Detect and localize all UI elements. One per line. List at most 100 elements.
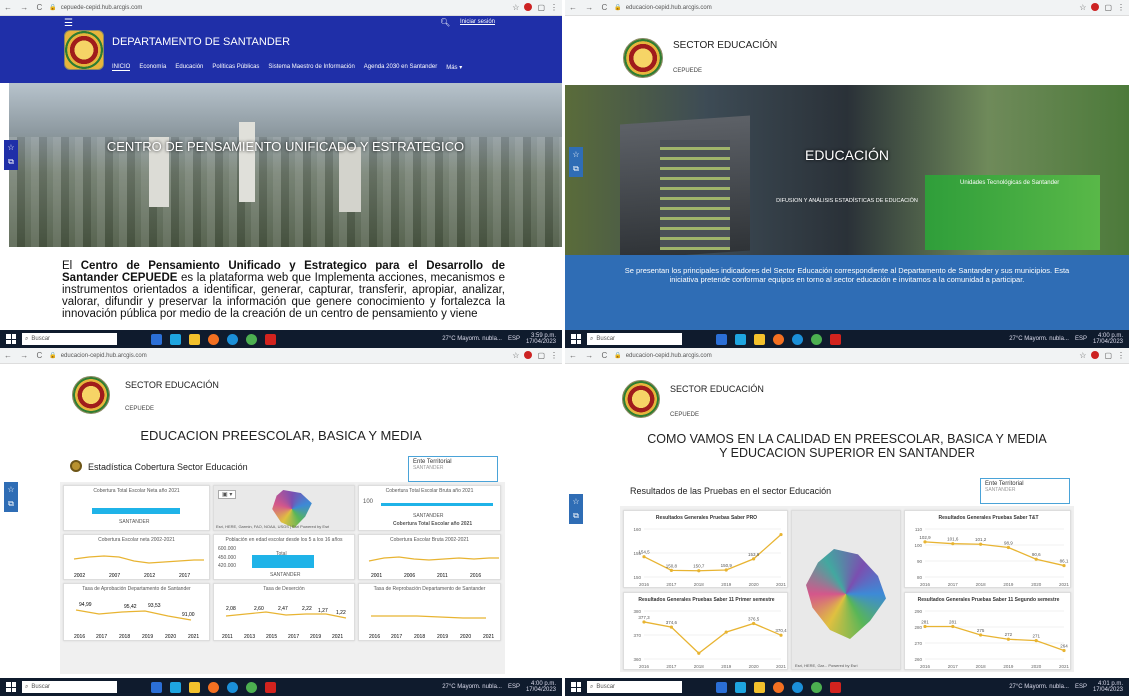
firefox-icon[interactable] bbox=[773, 333, 784, 345]
acrobat-icon[interactable] bbox=[265, 333, 276, 345]
folder-icon[interactable] bbox=[189, 333, 200, 345]
address-bar[interactable]: educacion-cepid.hub.arcgis.com bbox=[626, 5, 712, 11]
address-bar[interactable]: educacion-cepid.hub.arcgis.com bbox=[61, 353, 147, 359]
data-label: 95,42 bbox=[124, 604, 137, 610]
nav-item[interactable]: Políticas Públicas bbox=[212, 64, 259, 71]
taskbar-search[interactable]: ⌕ Buscar bbox=[22, 333, 117, 345]
chrome-icon[interactable] bbox=[246, 681, 257, 693]
star-icon[interactable]: ☆ bbox=[572, 497, 579, 506]
share-icon[interactable]: ⧉ bbox=[573, 164, 579, 174]
weather-label[interactable]: 27°C Mayorm. nubla... bbox=[1009, 336, 1069, 342]
page-heading: EDUCACION PREESCOLAR, BASICA Y MEDIA bbox=[140, 428, 422, 443]
y-tick-label: 370 bbox=[633, 633, 641, 638]
acrobat-icon[interactable] bbox=[265, 681, 276, 693]
windows-start-icon[interactable] bbox=[571, 334, 581, 344]
chrome-icon[interactable] bbox=[246, 333, 257, 345]
chart-title: Resultados Generales Pruebas Saber PRO bbox=[656, 515, 757, 521]
app-icon[interactable] bbox=[716, 681, 727, 693]
nav-item[interactable]: Agenda 2030 en Santander bbox=[364, 64, 437, 71]
browser-extension-icons[interactable]: ☆ ▢ ⋮ bbox=[512, 3, 558, 12]
firefox-icon[interactable] bbox=[773, 681, 784, 693]
share-icon[interactable]: ⧉ bbox=[8, 157, 14, 167]
clock-date[interactable]: 17/04/2023 bbox=[526, 687, 556, 693]
browser-nav-icons[interactable]: ← → C bbox=[4, 3, 45, 12]
ente-selector[interactable]: Ente Territorial SANTANDER bbox=[408, 456, 498, 482]
taskbar-search[interactable]: ⌕ Buscar bbox=[587, 681, 682, 693]
nav-item[interactable]: Sistema Maestro de Información bbox=[268, 64, 354, 71]
clock-date[interactable]: 17/04/2023 bbox=[1093, 687, 1123, 693]
x-tick-label: 2017 bbox=[666, 582, 677, 587]
folder-icon[interactable] bbox=[754, 681, 765, 693]
data-point bbox=[752, 621, 756, 626]
app-icon[interactable] bbox=[151, 681, 162, 693]
app-icon[interactable] bbox=[735, 333, 746, 345]
site-subtitle: CEPUEDE bbox=[125, 406, 155, 412]
lang-label[interactable]: ESP bbox=[508, 684, 520, 690]
taskbar-search[interactable]: ⌕ Buscar bbox=[587, 333, 682, 345]
app-icon[interactable] bbox=[151, 333, 162, 345]
lang-label[interactable]: ESP bbox=[1075, 684, 1087, 690]
browser-extension-icons[interactable]: ☆ ▢ ⋮ bbox=[512, 351, 558, 360]
chrome-icon[interactable] bbox=[811, 681, 822, 693]
clock-date[interactable]: 17/04/2023 bbox=[1093, 339, 1123, 345]
star-icon[interactable]: ☆ bbox=[7, 143, 14, 152]
star-icon[interactable]: ☆ bbox=[572, 150, 579, 159]
browser-nav-icons[interactable]: ← → C bbox=[569, 3, 610, 12]
acrobat-icon[interactable] bbox=[830, 681, 841, 693]
lang-label[interactable]: ESP bbox=[1075, 336, 1087, 342]
nav-item[interactable]: Educación bbox=[175, 64, 203, 71]
taskbar-search[interactable]: ⌕ Buscar bbox=[22, 681, 117, 693]
browser-extension-icons[interactable]: ☆ ▢ ⋮ bbox=[1079, 351, 1125, 360]
app-icon[interactable] bbox=[170, 681, 181, 693]
data-label: 154,5 bbox=[638, 550, 650, 555]
nav-item[interactable]: INICIO bbox=[112, 64, 131, 71]
chrome-icon[interactable] bbox=[811, 333, 822, 345]
browser-nav-icons[interactable]: ← → C bbox=[569, 351, 610, 360]
browser-nav-icons[interactable]: ← → C bbox=[4, 351, 45, 360]
lang-label[interactable]: ESP bbox=[508, 336, 520, 342]
taskbar: ⌕ Buscar 27°C Mayorm. nubla... ESP 4:00 p… bbox=[0, 678, 562, 696]
signin-link[interactable]: Iniciar sesión bbox=[460, 19, 495, 25]
firefox-icon[interactable] bbox=[208, 681, 219, 693]
layers-icon[interactable]: ▣ ▾ bbox=[218, 490, 237, 499]
weather-label[interactable]: 27°C Mayorm. nubla... bbox=[1009, 684, 1069, 690]
data-label: 271 bbox=[1032, 634, 1040, 639]
map-card[interactable]: Esri, HERE, Gar... Powered by Esri bbox=[791, 510, 901, 670]
data-point bbox=[779, 633, 783, 637]
clock-date[interactable]: 17/04/2023 bbox=[526, 339, 556, 345]
firefox-icon[interactable] bbox=[208, 333, 219, 345]
windows-start-icon[interactable] bbox=[6, 334, 16, 344]
search-icon[interactable]: 🔍︎ bbox=[440, 18, 450, 27]
map-card[interactable]: ▣ ▾ Esri, HERE, Garmin, FAO, NOAA, USGS … bbox=[213, 485, 355, 531]
data-label: 272 bbox=[1005, 632, 1013, 637]
nav-item[interactable]: Más ▾ bbox=[446, 64, 462, 71]
windows-start-icon[interactable] bbox=[6, 682, 16, 692]
edge-icon[interactable] bbox=[227, 333, 238, 345]
edge-icon[interactable] bbox=[792, 681, 803, 693]
app-icon[interactable] bbox=[716, 333, 727, 345]
share-icon[interactable]: ⧉ bbox=[8, 499, 14, 509]
folder-icon[interactable] bbox=[754, 333, 765, 345]
app-icon[interactable] bbox=[735, 681, 746, 693]
browser-extension-icons[interactable]: ☆ ▢ ⋮ bbox=[1079, 3, 1125, 12]
address-bar[interactable]: cepuede-cepid.hub.arcgis.com bbox=[61, 5, 143, 11]
acrobat-icon[interactable] bbox=[830, 333, 841, 345]
ente-selector[interactable]: Ente Territorial SANTANDER bbox=[980, 478, 1070, 504]
share-icon[interactable]: ⧉ bbox=[573, 511, 579, 521]
edge-icon[interactable] bbox=[792, 333, 803, 345]
santander-logo bbox=[72, 376, 110, 414]
weather-label[interactable]: 27°C Mayorm. nubla... bbox=[442, 684, 502, 690]
windows-start-icon[interactable] bbox=[571, 682, 581, 692]
folder-icon[interactable] bbox=[189, 681, 200, 693]
address-bar[interactable]: educacion-cepid.hub.arcgis.com bbox=[626, 353, 712, 359]
data-label: 90,6 bbox=[1032, 552, 1041, 557]
edge-icon[interactable] bbox=[227, 681, 238, 693]
bar-fill bbox=[92, 508, 180, 514]
browser-toolbar: ← → C 🔒 cepuede-cepid.hub.arcgis.com ☆ ▢ ⋮ bbox=[0, 0, 562, 16]
weather-label[interactable]: 27°C Mayorm. nubla... bbox=[442, 336, 502, 342]
nav-item[interactable]: Economía bbox=[139, 64, 166, 71]
santander-logo bbox=[622, 380, 660, 418]
star-icon[interactable]: ☆ bbox=[7, 485, 14, 494]
menu-icon[interactable]: ☰ bbox=[64, 18, 73, 29]
app-icon[interactable] bbox=[170, 333, 181, 345]
